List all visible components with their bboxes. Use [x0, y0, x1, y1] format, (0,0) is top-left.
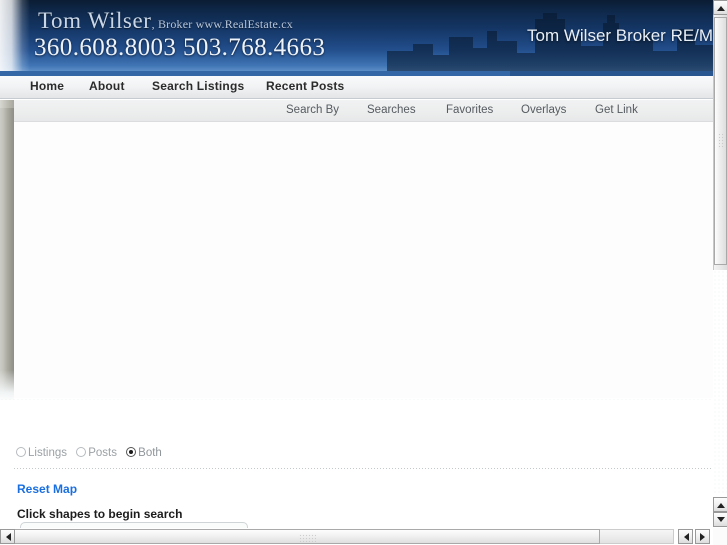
brand-subtitle: , Broker www.RealEstate.cx — [151, 17, 293, 31]
secondary-nav-list: Search By Searches Favorites Overlays Ge… — [0, 100, 727, 121]
left-rail-fade — [0, 370, 14, 400]
scroll-right-button[interactable] — [695, 529, 710, 544]
banner-title: Tom Wilser Broker RE/MA — [527, 26, 725, 45]
scroll-down-button[interactable] — [713, 512, 727, 527]
nav-item-home[interactable]: Home — [30, 79, 64, 93]
vertical-scrollbar-thumb[interactable] — [714, 17, 727, 265]
brand-lockup: Tom Wilser, Broker www.RealEstate.cx — [38, 8, 293, 34]
radio-label-listings: Listings — [28, 447, 67, 459]
radio-label-both: Both — [138, 447, 162, 459]
nav-item-recent-posts[interactable]: Recent Posts — [266, 79, 344, 93]
radio-label-posts: Posts — [88, 447, 117, 459]
brand-phone-numbers: 360.608.8003 503.768.4663 — [34, 34, 326, 61]
scrollbar-corner — [713, 528, 727, 545]
triangle-left-icon-secondary — [683, 532, 689, 541]
triangle-up-icon-secondary — [716, 502, 725, 508]
left-rail-cap — [0, 100, 14, 108]
browser-page: Tom Wilser, Broker www.RealEstate.cx 360… — [0, 0, 727, 545]
vertical-scrollbar-dither — [713, 270, 727, 495]
map-canvas[interactable] — [14, 122, 714, 398]
subnav-item-search-by[interactable]: Search By — [286, 104, 339, 116]
radio-icon-posts[interactable] — [76, 447, 87, 457]
radio-option-both[interactable]: Both — [126, 447, 162, 459]
reset-map-link[interactable]: Reset Map — [17, 482, 77, 496]
site-header-banner: Tom Wilser, Broker www.RealEstate.cx 360… — [0, 0, 727, 71]
scrollbar-grip-icon — [718, 133, 725, 149]
triangle-down-icon — [716, 516, 725, 522]
triangle-left-icon — [5, 532, 11, 541]
scroll-left-button-secondary[interactable] — [678, 529, 693, 544]
subnav-item-overlays[interactable]: Overlays — [521, 104, 566, 116]
subnav-item-favorites[interactable]: Favorites — [446, 104, 493, 116]
primary-navigation: Home About Search Listings Recent Posts — [0, 76, 727, 99]
radio-option-posts[interactable]: Posts — [76, 447, 117, 459]
brand-name: Tom Wilser — [38, 8, 152, 33]
triangle-up-icon — [716, 5, 725, 11]
radio-option-listings[interactable]: Listings — [16, 447, 67, 459]
h-scrollbar-grip-icon — [299, 534, 316, 542]
radio-icon-both[interactable] — [126, 447, 137, 457]
vertical-scrollbar[interactable] — [713, 0, 727, 545]
secondary-navigation: Search By Searches Favorites Overlays Ge… — [0, 100, 727, 122]
panel-divider — [14, 468, 714, 469]
banner-left-fade — [0, 0, 30, 71]
radio-icon-listings[interactable] — [16, 447, 26, 457]
scroll-up-button[interactable] — [713, 0, 727, 15]
horizontal-scrollbar-thumb[interactable] — [14, 529, 600, 544]
subnav-item-get-link[interactable]: Get Link — [595, 104, 638, 116]
triangle-right-icon — [699, 532, 705, 541]
scroll-left-button[interactable] — [0, 529, 15, 544]
map-canvas-surface — [14, 122, 714, 398]
nav-item-search-listings[interactable]: Search Listings — [152, 79, 244, 93]
search-hint-text: Click shapes to begin search — [17, 507, 183, 521]
left-shadow-rail — [0, 108, 14, 399]
primary-nav-list: Home About Search Listings Recent Posts — [0, 76, 727, 98]
nav-item-about[interactable]: About — [89, 79, 125, 93]
search-controls-panel: Listings Posts Both Reset Map Click shap… — [0, 400, 714, 542]
subnav-item-searches[interactable]: Searches — [367, 104, 416, 116]
scroll-up-button-secondary[interactable] — [713, 497, 727, 512]
horizontal-scrollbar[interactable] — [0, 528, 727, 545]
result-type-radio-group: Listings Posts Both — [16, 447, 168, 459]
